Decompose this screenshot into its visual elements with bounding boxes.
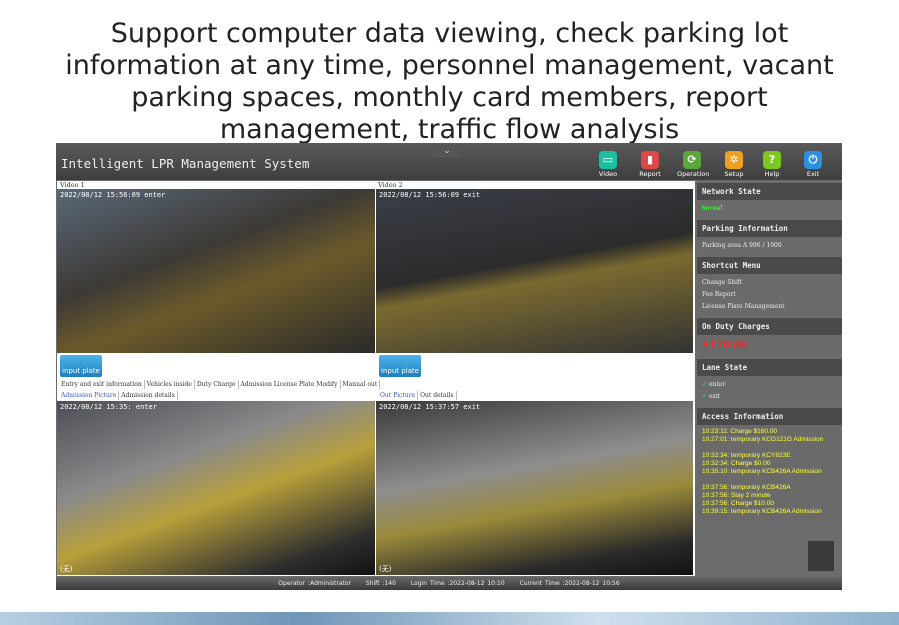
access-log-line: 10:23:11: Charge $160.00 [702,428,778,435]
shift: Shift :140 [365,580,396,587]
toolbar-help-button[interactable]: ? Help [757,151,787,178]
picture-overlay-text: 2022/08/12 15:37:57 exit [379,403,481,411]
toolbar-label: Exit [806,170,820,178]
parking-info-title: Parking Information [697,220,842,237]
current-time: Current Time :2022-08-12 10:56 [519,580,620,587]
access-log-line: 10:37:56: Stay 2 minute [702,492,771,499]
out-picture: 2022/08/12 15:37:57 exit (无) [376,401,693,575]
power-icon: ⏻ [804,151,822,169]
toolbar-label: Report [639,170,661,178]
shortcut-menu-title: Shortcut Menu [697,257,842,274]
admission-picture: 2022/08/12 15:35: enter (无) [57,401,375,575]
lane-state-title: Lane State [697,359,842,376]
decorative-strip [0,612,899,625]
operation-icon: ⟳ [683,151,701,169]
tab-entry-exit[interactable]: Entry and exit information [59,380,145,389]
charges-title: On Duty Charges [697,318,842,335]
tab-admission-details[interactable]: Admission details [119,391,178,400]
gear-icon: ✲ [725,151,743,169]
tab-plate-modify[interactable]: Admission License Plate Modify [239,380,341,389]
tab-vehicles-inside[interactable]: Vehicles inside [145,380,195,389]
video-1-label: Video 1 [60,181,85,189]
headline-line: Support computer data viewing, check par… [110,18,789,49]
video-2-feed[interactable]: 2022/08/12 15:56:09 exit [376,189,693,353]
status-bar: Operator :Administrator Shift :140 Login… [56,577,842,590]
picture-caption: (无) [379,565,392,573]
toolbar-label: Operation [677,170,710,178]
access-log-line: 10:37:56: temporary KCB426A [702,484,791,491]
check-icon: ✔ [702,381,708,388]
toolbar-report-button[interactable]: ▮ Report [635,151,665,178]
access-log-line: 10:39:15: temporary KCB426A Admission [702,508,822,515]
toolbar-video-button[interactable]: ▭ Video [593,151,623,178]
video-overlay-text: 2022/08/12 15:56:09 exit [379,191,481,199]
access-log-line: 10:35:10: temporary KCB426A Admission [702,468,822,475]
main-panel: Video 1 2022/08/12 15:56:09 enter Video … [57,181,695,576]
shortcut-plate-management[interactable]: License Plate Management [702,301,837,313]
report-icon: ▮ [641,151,659,169]
access-log-line: 10:27:01: temporary KCG121G Admission [702,436,824,443]
toolbar-label: Setup [724,170,744,178]
video-overlay-text: 2022/08/12 15:56:09 enter [60,191,166,199]
network-state-title: Network State [697,183,842,200]
access-log: 10:23:11: Charge $160.00 10:27:01: tempor… [697,425,842,525]
picture-caption: (无) [60,565,73,573]
picture-overlay-text: 2022/08/12 15:35: enter [60,403,157,411]
access-log-line: 10:37:56: Charge $10.00 [702,500,774,507]
title-bar: Intelligent LPR Management System ⌄ ▭ Vid… [56,143,842,180]
info-tabs: Entry and exit information Vehicles insi… [59,380,381,389]
chevron-down-icon[interactable]: ⌄ [432,145,462,157]
tab-admission-picture[interactable]: Admission Picture [59,391,120,400]
camera-icon[interactable] [808,541,834,571]
admission-tabs: Admission Picture Admission details [59,391,178,400]
toolbar-exit-button[interactable]: ⏻ Exit [798,151,828,178]
headline: Support computer data viewing, check par… [0,18,899,146]
shortcut-fee-report[interactable]: Fee Report [702,289,837,301]
headline-line: parking spaces, monthly card members, re… [131,82,768,113]
access-log-line [702,476,837,484]
lpr-app-window: Intelligent LPR Management System ⌄ ▭ Vid… [56,143,842,590]
access-log-line [702,444,837,452]
headline-line: management, traffic flow analysis [219,114,680,145]
headline-line: information at any time, personnel manag… [65,50,834,81]
monitor-icon: ▭ [599,151,617,169]
help-icon: ? [763,151,781,169]
input-plate-button-entry[interactable]: input plate [60,355,102,377]
toolbar-operation-button[interactable]: ⟳ Operation [677,151,710,178]
charges-value: $170.00 [697,335,842,357]
toolbar-label: Video [598,170,618,178]
video-2-label: Video 2 [378,181,403,189]
tab-out-picture[interactable]: Out Picture [378,391,419,400]
operator: Operator :Administrator [278,580,351,587]
input-plate-button-exit[interactable]: input plate [379,355,421,377]
toolbar-label: Help [764,170,780,178]
tab-manual-out[interactable]: Manual out [341,380,381,389]
login-time: Login Time :2022-08-12 10:10 [410,580,505,587]
shortcut-change-shift[interactable]: Change Shift [702,277,837,289]
parking-info-value: Parking area A 996 / 1000 [697,237,842,255]
sidebar: Network State Normal Parking Information… [697,181,842,576]
video-1-feed[interactable]: 2022/08/12 15:56:09 enter [57,189,375,353]
check-icon: ✔ [702,393,708,400]
app-title: Intelligent LPR Management System [61,156,310,171]
access-log-line: 10:32:34: Charge $0.00 [702,460,771,467]
tab-duty-charge[interactable]: Duty Charge [195,380,239,389]
lane-exit: exit [708,393,721,400]
toolbar-setup-button[interactable]: ✲ Setup [719,151,749,178]
access-log-line: 10:32:34: temporary KCY823E [702,452,791,459]
access-info-title: Access Information [697,408,842,425]
out-tabs: Out Picture Out details [378,391,457,400]
tab-out-details[interactable]: Out details [418,391,457,400]
network-state-value: Normal [697,200,842,218]
lane-enter: enter [708,381,726,388]
